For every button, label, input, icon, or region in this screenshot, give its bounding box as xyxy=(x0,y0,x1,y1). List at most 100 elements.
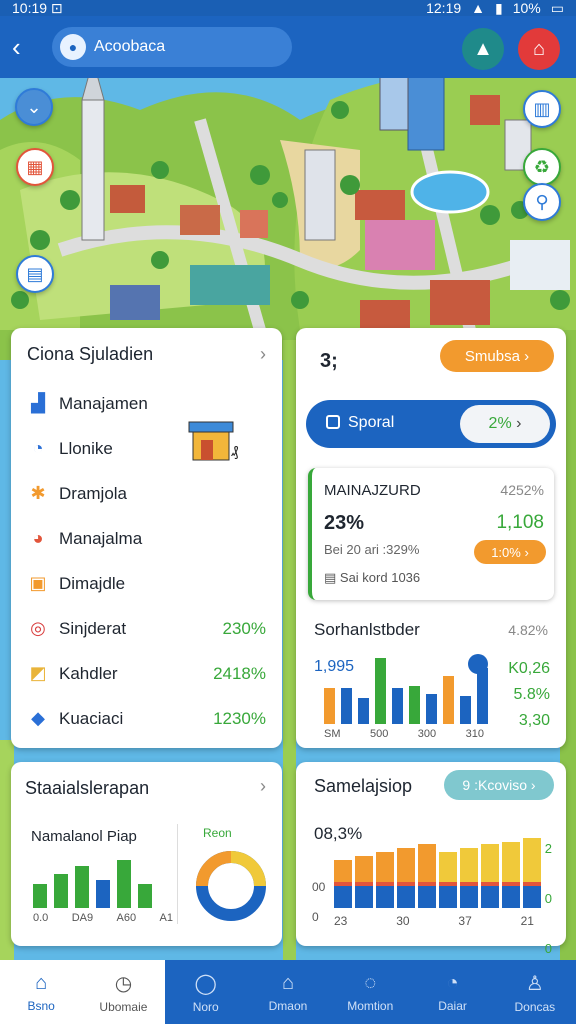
list-item[interactable]: ✱ Dramjola xyxy=(27,471,266,516)
stacked-bar-segment xyxy=(397,882,415,886)
stacked-card-title: Samelajsiop xyxy=(314,776,413,796)
list-item-icon: ◩ xyxy=(29,663,47,683)
chart-bar xyxy=(358,698,369,724)
stacked-bar-segment xyxy=(502,842,520,882)
chevron-right-icon[interactable]: › xyxy=(260,776,266,797)
list-item-icon: ▟ xyxy=(31,393,45,413)
nav-item-ubomaie[interactable]: ◷ Ubomaie xyxy=(82,960,165,1024)
x-tick-label: A60 xyxy=(116,912,137,924)
list-item-label: Dimajdle xyxy=(59,573,126,593)
orange-action-pill[interactable]: Smubsa › xyxy=(440,340,554,372)
chart-bar xyxy=(426,694,437,724)
y-tick-label: 0 xyxy=(312,910,319,924)
chart-bar xyxy=(54,874,68,908)
bottom-navigation: ⌂ Bsno ◷ Ubomaie ◯ Noro ⌂ Dmaon ◌ Momtion ◔ Daiar ♙ D… xyxy=(0,960,576,1024)
stacked-bar-segment xyxy=(418,882,436,886)
chart-bar xyxy=(375,658,386,724)
chart-bar xyxy=(75,866,89,908)
list-item[interactable]: ◕ Manajalma xyxy=(27,516,266,561)
stacked-bar-segment xyxy=(481,844,499,882)
blue-toggle-pill[interactable]: Sporal 2% › xyxy=(306,400,556,448)
stacked-bar-segment xyxy=(502,882,520,886)
nav-icon: ⌂ xyxy=(35,971,48,994)
x-tick-label: 310 xyxy=(465,728,484,740)
chart-title: Sorhanlstbder xyxy=(314,620,420,639)
bike-marker-icon[interactable]: ⚲ xyxy=(523,183,561,221)
list-item-value: 230% xyxy=(222,618,266,638)
avatar-icon: ● xyxy=(60,34,86,60)
nav-icon: ◔ xyxy=(446,971,459,994)
mini-chart-x-labels: 0.0 DA9 A60 A1 xyxy=(33,912,173,924)
chart-pct: 4.82% xyxy=(508,622,548,638)
chevron-right-icon[interactable]: › xyxy=(260,344,266,365)
nav-label: Noro xyxy=(192,999,219,1014)
list-item-label: Sinjderat xyxy=(59,618,127,638)
nav-icon: ◯ xyxy=(194,972,217,995)
left-ticks: 00 0 xyxy=(312,872,325,932)
store-marker-icon[interactable]: ▦ xyxy=(16,148,54,186)
x-tick-label: 500 xyxy=(369,728,389,740)
list-item-label: Llonike xyxy=(59,438,113,458)
stacked-bar-segment xyxy=(418,874,436,882)
list-item-label: Kahdler xyxy=(59,663,118,683)
inner-orange-label: 1:0% xyxy=(491,544,521,560)
nav-item-doncas[interactable]: ♙ Doncas xyxy=(493,960,576,1024)
inner-orange-pill[interactable]: 1:0% › xyxy=(474,540,546,564)
chat-marker-icon[interactable]: ▤ xyxy=(16,255,54,293)
search-text: Acoobaca xyxy=(94,38,166,55)
home-marker-button[interactable]: ⌂ xyxy=(518,28,560,70)
stacked-bar-segment xyxy=(418,886,436,908)
stacked-bar-chart xyxy=(334,838,541,908)
nav-label: Ubomaie xyxy=(99,999,148,1014)
x-tick-label: SM xyxy=(324,728,341,740)
list-item[interactable]: ◩ Kahdler 2418% xyxy=(27,651,266,696)
list-item-label: Manajalma xyxy=(59,528,143,548)
recycle-marker-icon[interactable]: ♻ xyxy=(523,148,561,186)
location-search-pill[interactable]: ● Acoobaca xyxy=(52,27,292,67)
map-layer-button[interactable]: ▲ xyxy=(462,28,504,70)
nav-icon: ⌂ xyxy=(281,971,295,994)
mini-chart-subtitle: Namalanol Piap xyxy=(31,828,137,845)
expand-chevron-button[interactable]: ⌄ xyxy=(15,88,53,126)
stacked-x-labels: 23 30 37 21 xyxy=(334,914,534,928)
x-tick-label: 0.0 xyxy=(33,912,49,924)
stacked-bar-segment xyxy=(397,848,415,874)
stacked-bar-segment xyxy=(376,852,394,874)
chart-bar xyxy=(477,668,488,724)
nav-item-bsno[interactable]: ⌂ Bsno xyxy=(0,960,83,1024)
chart-bar xyxy=(460,696,471,724)
donut-label: Reon xyxy=(203,826,232,840)
stats-bar-chart xyxy=(324,654,488,724)
book-marker-icon[interactable]: ▥ xyxy=(523,90,561,128)
x-tick-label: 23 xyxy=(334,914,348,928)
list-item[interactable]: ▣ Dimajdle xyxy=(27,561,266,606)
nav-icon: ◷ xyxy=(114,972,133,995)
chart-bar xyxy=(117,860,131,908)
x-tick-label: 30 xyxy=(396,914,410,928)
status-bar: 10:19 ⊡ 12:19 ▲ ▮ 10% ▭ xyxy=(0,0,576,16)
nav-item-daiar[interactable]: ◔ Daiar xyxy=(411,960,494,1024)
list-item-icon: ◆ xyxy=(31,708,45,728)
stacked-bar-segment xyxy=(397,874,415,882)
right-value: 5.8% xyxy=(513,686,550,703)
inner-note: ▤ Sai kord 1036 xyxy=(324,570,421,585)
chart-right-values: K0,26 5.8% 3,30 xyxy=(508,656,550,734)
wifi-icon: ▲ xyxy=(471,0,486,16)
stacked-bar-segment xyxy=(376,886,394,908)
stacked-bar-segment xyxy=(355,874,373,882)
list-item[interactable]: ◎ Sinjderat 230% xyxy=(27,606,266,651)
back-arrow-icon[interactable]: ‹ xyxy=(12,32,40,63)
stacked-bar-segment xyxy=(334,886,352,908)
nav-item-momtion[interactable]: ◌ Momtion xyxy=(329,960,412,1024)
inner-metric-card: MAINAJZURD 4252% 23% 1,108 Bei 20 ari :3… xyxy=(308,468,554,600)
list-item-icon: ◔ xyxy=(32,438,44,458)
teal-filter-pill[interactable]: 9 :Kcoviso › xyxy=(444,770,554,800)
nav-item-dmaon[interactable]: ⌂ Dmaon xyxy=(246,960,330,1024)
right-value: K0,26 xyxy=(508,660,550,677)
list-item[interactable]: ◆ Kuaciaci 1230% xyxy=(27,696,266,741)
nav-item-noro[interactable]: ◯ Noro xyxy=(164,960,247,1024)
inner-sub: Bei 20 ari :329% xyxy=(324,542,420,557)
nav-label: Doncas xyxy=(514,999,556,1014)
stacked-bar-segment xyxy=(460,886,478,908)
list-item-value: 1230% xyxy=(213,708,266,728)
